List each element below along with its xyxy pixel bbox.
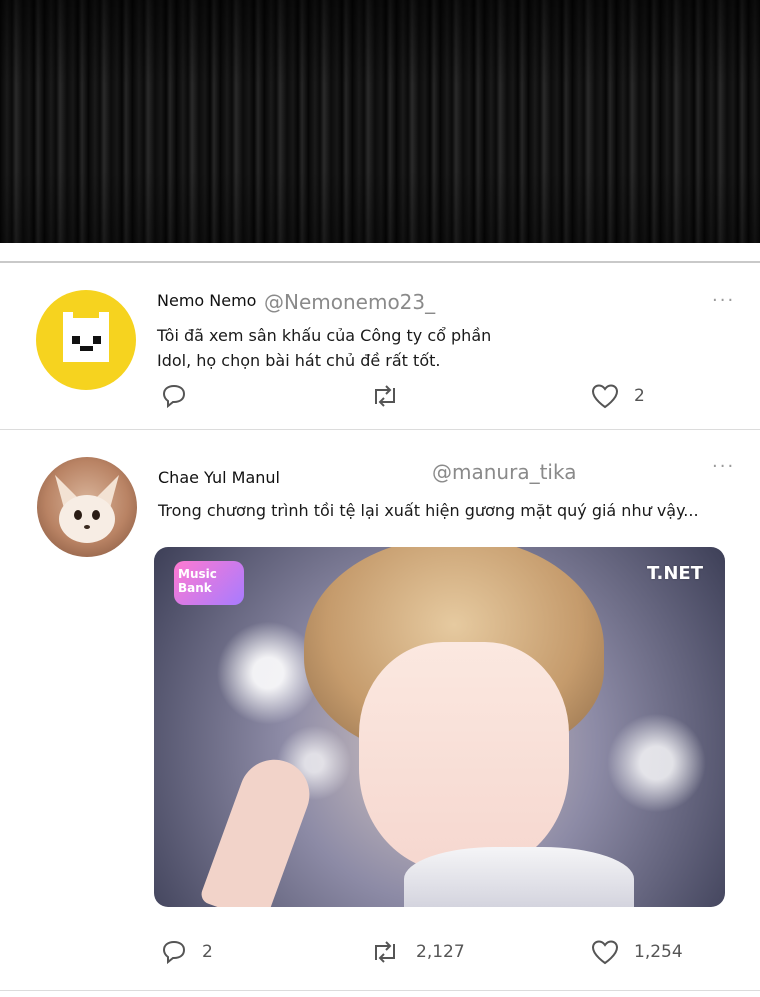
watermark: T.NET (646, 563, 703, 584)
like-count: 2 (634, 386, 645, 406)
avatar-chae[interactable] (37, 457, 137, 557)
illustration-hand (198, 749, 320, 907)
tweet-author-handle[interactable]: @Nemonemo23_ (264, 290, 435, 314)
more-icon[interactable]: ··· (712, 456, 735, 477)
tweet-author-name[interactable]: Chae Yul Manul (158, 468, 280, 487)
tweet-author-handle[interactable]: @manura_tika (432, 460, 576, 484)
fox-icon (55, 475, 119, 543)
like-button[interactable]: 1,254 (590, 938, 683, 966)
like-button[interactable]: 2 (590, 382, 645, 410)
tweet-media-image[interactable]: Music Bank T.NET (154, 547, 725, 907)
curtain-background (0, 0, 760, 243)
reply-icon (162, 384, 186, 409)
retweet-icon (375, 941, 395, 963)
illustration-collar (404, 847, 634, 907)
divider-top (0, 261, 760, 263)
more-icon[interactable]: ··· (712, 290, 735, 311)
reply-button[interactable] (160, 382, 202, 410)
avatar-nemo[interactable] (36, 290, 136, 390)
reply-count: 2 (202, 942, 213, 962)
divider-bottom (0, 990, 760, 991)
like-icon (591, 384, 619, 409)
divider-middle (0, 429, 760, 430)
show-logo: Music Bank (174, 561, 244, 605)
retweet-button[interactable]: 2,127 (368, 938, 465, 966)
tweet-text: Trong chương trình tồi tệ lại xuất hiện … (158, 501, 699, 520)
reply-icon (162, 940, 186, 965)
tweet-text-line-2: Idol, họ chọn bài hát chủ đề rất tốt. (157, 351, 441, 370)
like-icon (591, 940, 619, 965)
retweet-count: 2,127 (416, 942, 465, 962)
reply-button[interactable]: 2 (160, 938, 213, 966)
retweet-button[interactable] (368, 382, 416, 410)
block-face-icon (63, 312, 109, 362)
illustration-face (359, 642, 569, 872)
tweet-text-line-1: Tôi đã xem sân khấu của Công ty cổ phần (157, 326, 492, 345)
tweet-author-name[interactable]: Nemo Nemo (157, 291, 256, 310)
like-count: 1,254 (634, 942, 683, 962)
retweet-icon (375, 385, 395, 407)
